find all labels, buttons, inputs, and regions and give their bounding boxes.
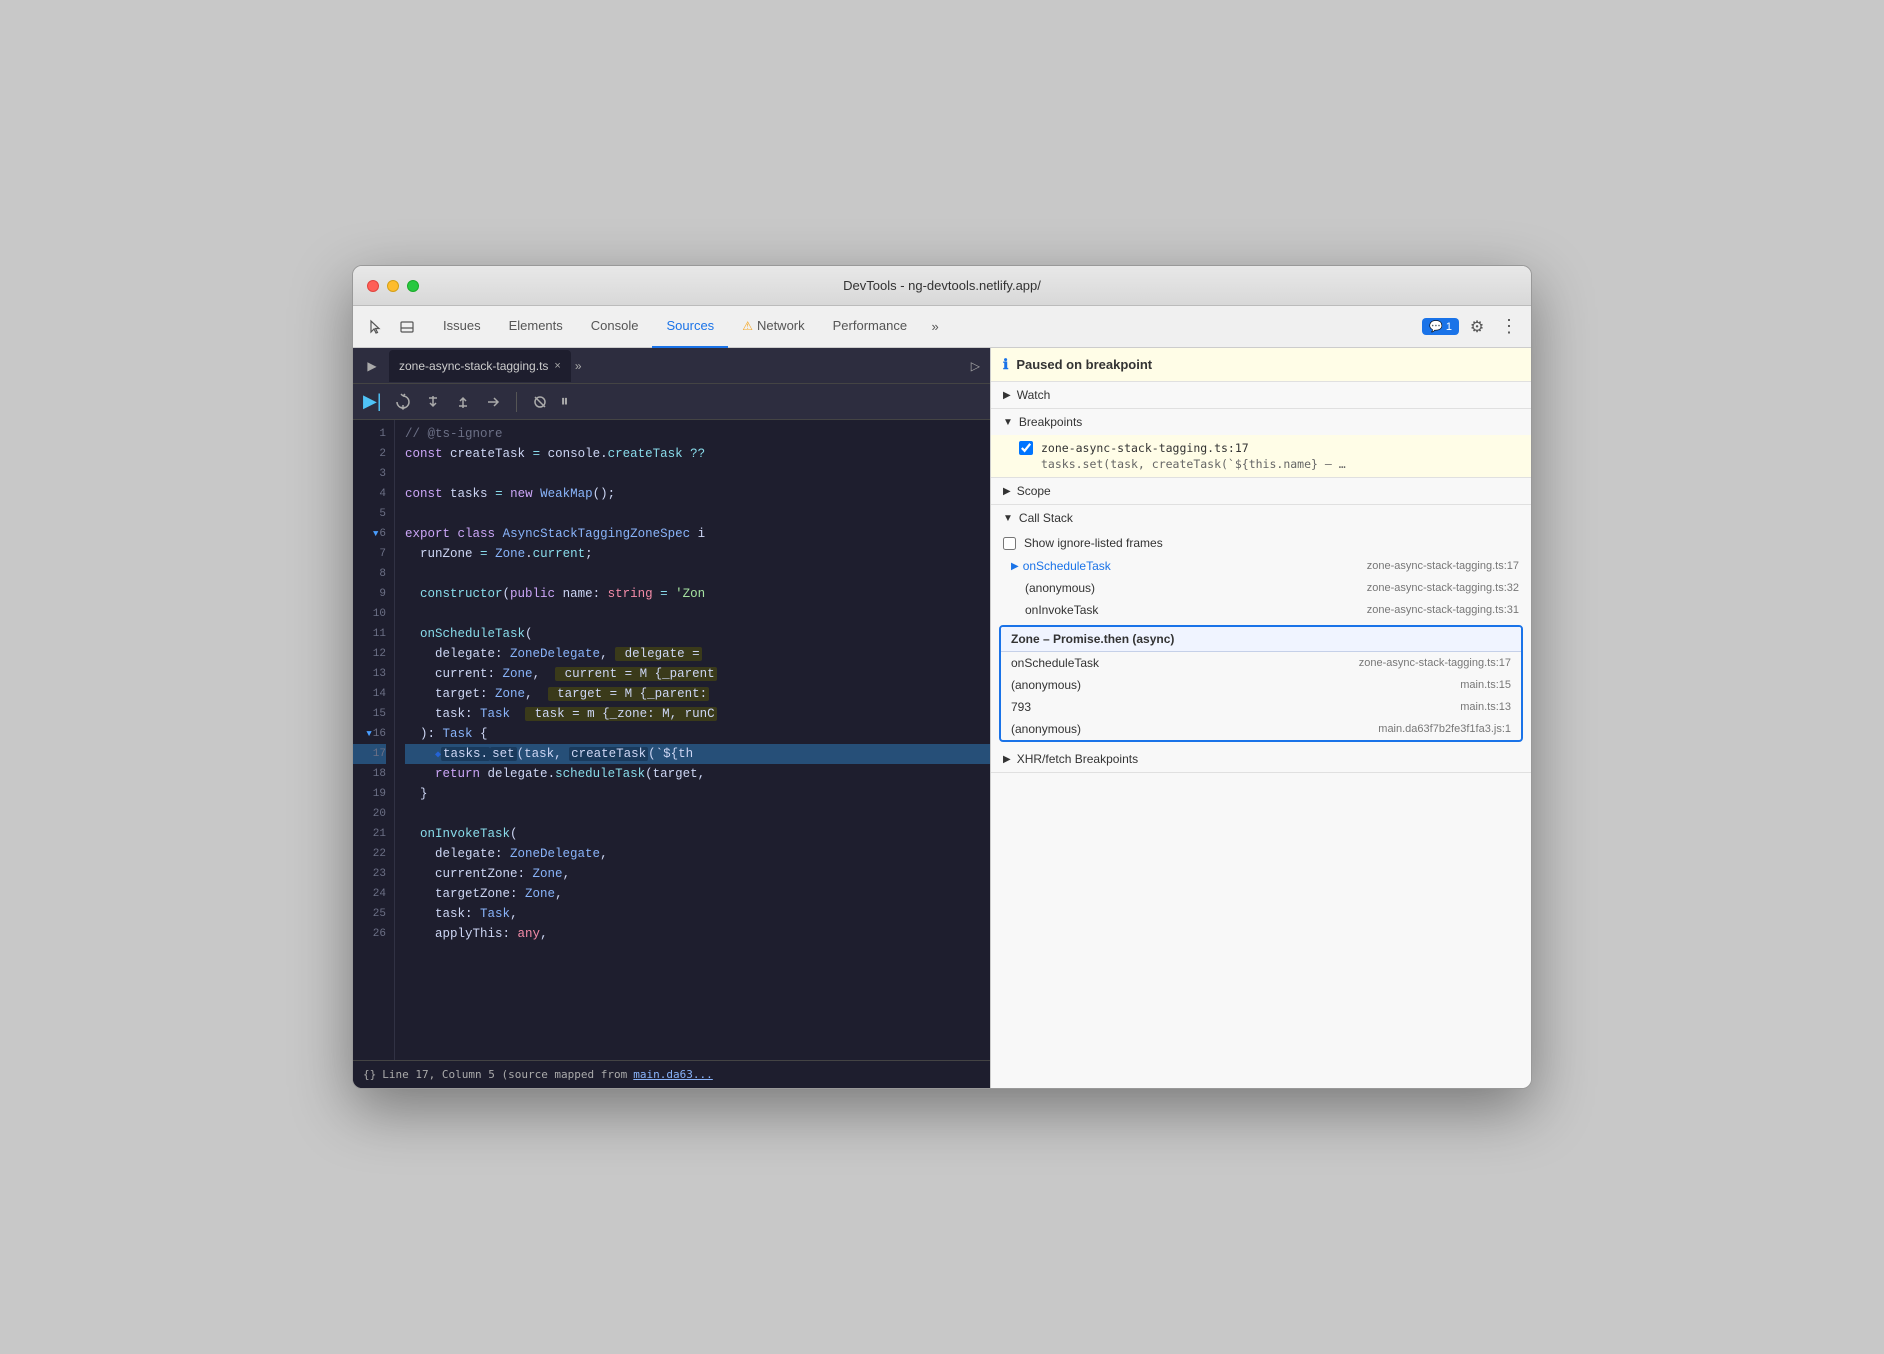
more-tabs-button[interactable]: »	[921, 313, 949, 341]
minimize-button[interactable]	[387, 280, 399, 292]
settings-icon[interactable]: ⚙	[1463, 313, 1491, 341]
format-icon[interactable]: {}	[363, 1068, 376, 1081]
traffic-lights	[367, 280, 419, 292]
editor-file-tab[interactable]: zone-async-stack-tagging.ts ×	[389, 350, 571, 382]
step-over-button[interactable]	[394, 393, 412, 411]
more-options-icon[interactable]: ⋮	[1495, 313, 1523, 341]
breakpoints-section: ▼ Breakpoints zone-async-stack-tagging.t…	[991, 409, 1531, 478]
xhr-section: ▶ XHR/fetch Breakpoints	[991, 746, 1531, 773]
xhr-triangle: ▶	[1003, 754, 1011, 765]
status-bar: {} Line 17, Column 5 (source mapped from…	[353, 1060, 990, 1088]
breakpoints-triangle: ▼	[1003, 417, 1013, 428]
breakpoint-item: zone-async-stack-tagging.ts:17 tasks.set…	[991, 435, 1531, 477]
cursor-icon[interactable]	[361, 313, 389, 341]
call-stack-triangle: ▼	[1003, 513, 1013, 524]
tab-performance[interactable]: Performance	[819, 306, 921, 348]
step-into-button[interactable]	[424, 393, 442, 411]
ignore-frames-checkbox[interactable]	[1003, 537, 1016, 550]
scope-triangle: ▶	[1003, 486, 1011, 497]
line-numbers: 1 2 3 4 5 ▼6 7 8 9 10 11 12 13 14 15	[353, 420, 395, 1060]
call-stack-item-0[interactable]: ▶ onScheduleTask zone-async-stack-taggin…	[991, 555, 1531, 577]
tab-console[interactable]: Console	[577, 306, 653, 348]
breakpoint-checkbox[interactable]	[1019, 441, 1033, 455]
watch-header[interactable]: ▶ Watch	[991, 382, 1531, 408]
async-frame-2[interactable]: 793 main.ts:13	[1001, 696, 1521, 718]
scope-header[interactable]: ▶ Scope	[991, 478, 1531, 504]
code-area[interactable]: 1 2 3 4 5 ▼6 7 8 9 10 11 12 13 14 15	[353, 420, 990, 1060]
tab-network[interactable]: ⚠ Network	[728, 306, 818, 348]
async-frame-0[interactable]: onScheduleTask zone-async-stack-tagging.…	[1001, 652, 1521, 674]
main-area: ▶ zone-async-stack-tagging.ts × » ▷ ▶|	[353, 348, 1531, 1088]
debug-toolbar: ▶| ⏸	[353, 384, 990, 420]
watch-section: ▶ Watch	[991, 382, 1531, 409]
step-button[interactable]	[484, 393, 502, 411]
call-stack-item-2[interactable]: onInvokeTask zone-async-stack-tagging.ts…	[991, 599, 1531, 621]
code-lines: // @ts-ignore const createTask = console…	[395, 420, 990, 1060]
step-out-button[interactable]	[454, 393, 472, 411]
right-panel: ℹ Paused on breakpoint ▶ Watch ▼ Breakpo…	[991, 348, 1531, 1088]
call-stack-section: ▼ Call Stack Show ignore-listed frames ▶…	[991, 505, 1531, 773]
pause-on-exceptions-button[interactable]: ⏸	[561, 393, 569, 411]
warning-icon: ⚠	[742, 319, 753, 333]
deactivate-breakpoints-button[interactable]	[531, 393, 549, 411]
async-group: Zone – Promise.then (async) onScheduleTa…	[999, 625, 1523, 742]
editor-tabs: ▶ zone-async-stack-tagging.ts × » ▷	[353, 348, 990, 384]
close-button[interactable]	[367, 280, 379, 292]
async-frame-3[interactable]: (anonymous) main.da63f7b2fe3f1fa3.js:1	[1001, 718, 1521, 740]
current-frame-arrow: ▶	[1011, 561, 1019, 572]
xhr-header[interactable]: ▶ XHR/fetch Breakpoints	[991, 746, 1531, 772]
breakpoints-header[interactable]: ▼ Breakpoints	[991, 409, 1531, 435]
devtools-window: DevTools - ng-devtools.netlify.app/ Issu…	[352, 265, 1532, 1089]
chat-badge[interactable]: 💬 1	[1422, 318, 1459, 335]
window-title: DevTools - ng-devtools.netlify.app/	[843, 278, 1041, 293]
paused-notice: ℹ Paused on breakpoint	[991, 348, 1531, 382]
code-panel: ▶ zone-async-stack-tagging.ts × » ▷ ▶|	[353, 348, 991, 1088]
more-files-button[interactable]: »	[575, 359, 582, 373]
scope-section: ▶ Scope	[991, 478, 1531, 505]
source-map-link[interactable]: main.da63...	[633, 1068, 712, 1081]
file-tree-toggle[interactable]: ▶	[359, 353, 385, 379]
ignore-frames-row: Show ignore-listed frames	[991, 531, 1531, 555]
resume-button[interactable]: ▶|	[363, 391, 382, 412]
tab-bar-left-controls	[361, 313, 421, 341]
tab-sources[interactable]: Sources	[652, 306, 728, 348]
tab-elements[interactable]: Elements	[495, 306, 577, 348]
call-stack-header[interactable]: ▼ Call Stack	[991, 505, 1531, 531]
close-tab-icon[interactable]: ×	[554, 360, 560, 372]
async-group-header: Zone – Promise.then (async)	[1001, 627, 1521, 652]
maximize-button[interactable]	[407, 280, 419, 292]
async-frame-1[interactable]: (anonymous) main.ts:15	[1001, 674, 1521, 696]
tab-bar-right: 💬 1 ⚙ ⋮	[1422, 313, 1523, 341]
tab-issues[interactable]: Issues	[429, 306, 495, 348]
watch-triangle: ▶	[1003, 390, 1011, 401]
title-bar: DevTools - ng-devtools.netlify.app/	[353, 266, 1531, 306]
format-button[interactable]: ▷	[971, 359, 980, 373]
info-icon: ℹ	[1003, 356, 1008, 373]
call-stack-item-1[interactable]: (anonymous) zone-async-stack-tagging.ts:…	[991, 577, 1531, 599]
dock-icon[interactable]	[393, 313, 421, 341]
tab-bar: Issues Elements Console Sources ⚠ Networ…	[353, 306, 1531, 348]
